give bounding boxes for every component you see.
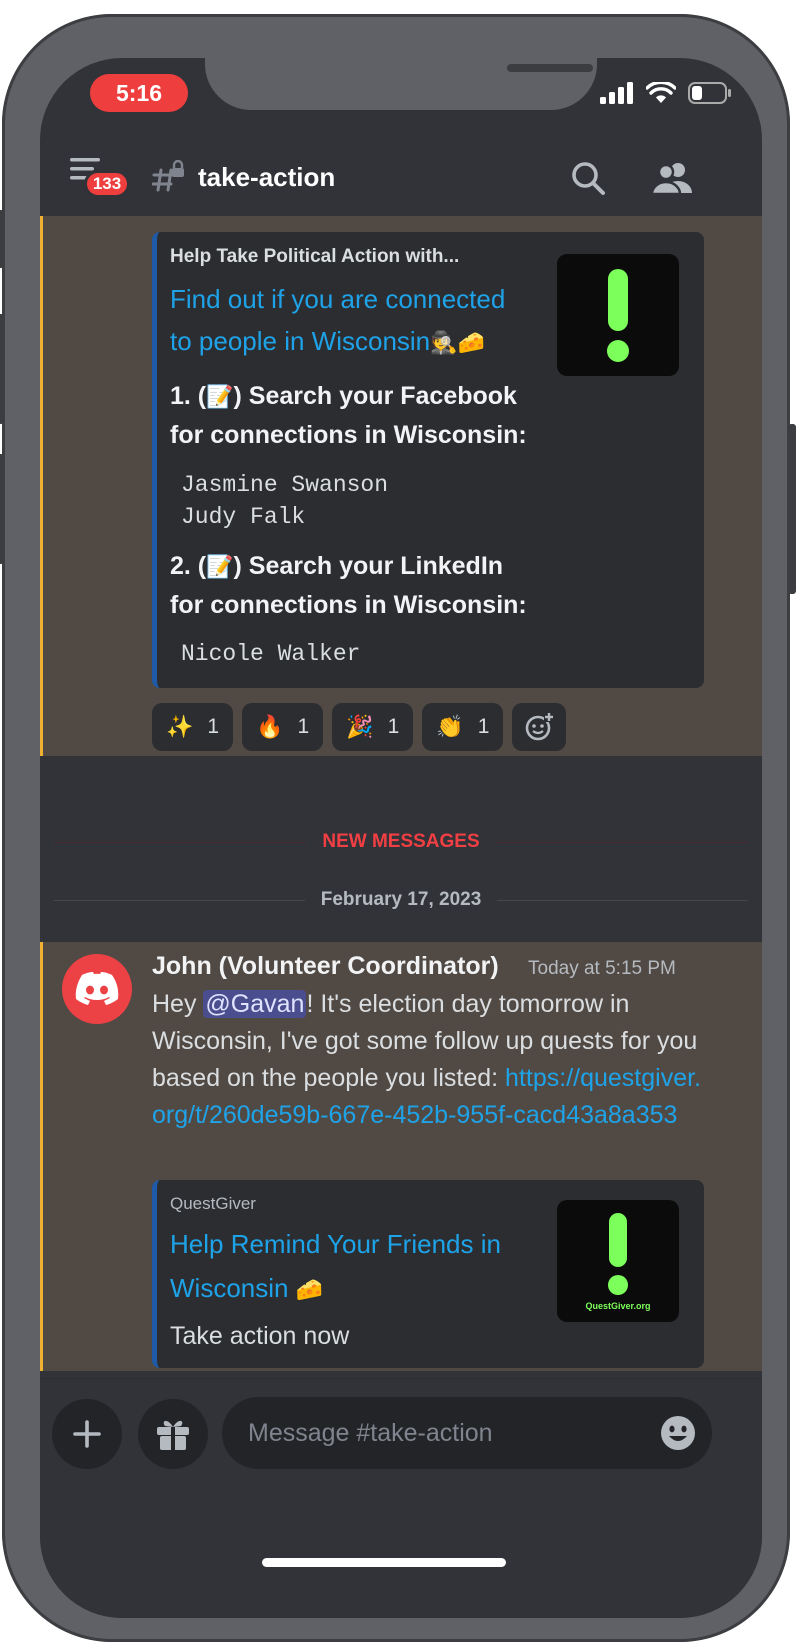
message-placeholder: Message #take-action <box>248 1419 493 1447</box>
gift-icon <box>157 1420 189 1450</box>
emoji-picker-button[interactable] <box>660 1415 696 1455</box>
date-divider: February 17, 2023 <box>40 889 762 911</box>
new-messages-divider: NEW MESSAGES <box>40 831 762 853</box>
reactions-bar: ✨ 1 🔥 1 🎉 1 👏 1 <box>152 703 567 751</box>
embed-title-line1[interactable]: Help Remind Your Friends in <box>170 1229 501 1259</box>
cheese-emoji: 🧀 <box>295 1277 324 1303</box>
message-text-before: Hey <box>152 990 204 1018</box>
memo-emoji: 📝 <box>206 554 234 580</box>
step2-line1: ) Search your LinkedIn <box>233 552 504 580</box>
reaction-sparkles[interactable]: ✨ 1 <box>152 703 234 751</box>
embed-thumbnail[interactable]: QuestGiver.org <box>557 1200 679 1322</box>
linkedin-name: Nicole Walker <box>181 641 361 667</box>
step1-heading: 1. (📝) Search your Facebook for connecti… <box>170 377 527 454</box>
detective-cheese-emoji: 🕵️🧀 <box>430 330 485 356</box>
avatar[interactable] <box>62 954 132 1024</box>
thumbnail-caption: QuestGiver.org <box>585 1301 651 1311</box>
members-icon <box>652 163 692 195</box>
gift-button[interactable] <box>138 1399 208 1469</box>
exclamation-icon <box>607 269 629 362</box>
user-mention[interactable]: @Gavan <box>203 990 307 1018</box>
new-messages-label: NEW MESSAGES <box>306 831 496 852</box>
reaction-count: 1 <box>297 715 310 738</box>
party-popper-emoji: 🎉 <box>346 714 374 739</box>
step2-prefix: 2. ( <box>170 552 207 580</box>
cellular-signal-icon <box>600 82 633 104</box>
speaker-grille <box>507 64 593 72</box>
add-reaction-icon <box>526 712 555 741</box>
status-time: 5:16 <box>90 74 188 112</box>
message-author[interactable]: John (Volunteer Coordinator) <box>152 952 499 981</box>
linkedin-names: Nicole Walker <box>181 638 360 670</box>
facebook-name: Judy Falk <box>181 504 306 530</box>
embed-title-line2[interactable]: Wisconsin <box>170 1273 288 1303</box>
channel-header: 133 take-action <box>40 152 762 214</box>
embed-thumbnail[interactable] <box>557 254 679 376</box>
volume-up-button <box>0 314 4 424</box>
step1-prefix: 1. ( <box>170 382 207 410</box>
step1-line1: ) Search your Facebook <box>233 382 517 410</box>
reaction-party[interactable]: 🎉 1 <box>332 703 414 751</box>
mute-switch <box>0 210 4 268</box>
menu-button[interactable]: 133 <box>70 158 130 202</box>
message-composer: Message #take-action <box>40 1378 762 1618</box>
battery-icon <box>688 82 731 104</box>
reaction-count: 1 <box>387 715 400 738</box>
notch <box>205 58 597 110</box>
step2-heading: 2. (📝) Search your LinkedIn for connecti… <box>170 547 527 624</box>
message-list[interactable]: Help Take Political Action with... Find … <box>40 216 762 1371</box>
message-timestamp: Today at 5:15 PM <box>528 958 676 979</box>
power-button <box>788 424 796 594</box>
locked-channel-icon <box>152 160 184 192</box>
home-indicator[interactable] <box>262 1558 506 1567</box>
search-icon <box>572 162 605 195</box>
member-list-button[interactable] <box>650 156 694 200</box>
embed-card-remind: QuestGiver Help Remind Your Friends in W… <box>152 1180 704 1368</box>
volume-down-button <box>0 454 4 564</box>
step2-line2: for connections in Wisconsin: <box>170 591 527 620</box>
wifi-icon <box>646 82 676 103</box>
unread-badge: 133 <box>84 170 130 198</box>
reaction-clap[interactable]: 👏 1 <box>422 703 504 751</box>
attach-button[interactable] <box>52 1399 122 1469</box>
search-button[interactable] <box>566 156 610 200</box>
embed-title-line1[interactable]: Find out if you are connected <box>170 284 505 314</box>
exclamation-icon <box>608 1213 628 1295</box>
date-label: February 17, 2023 <box>304 889 498 910</box>
facebook-name: Jasmine Swanson <box>181 472 389 498</box>
reaction-count: 1 <box>477 715 490 738</box>
embed-description: Take action now <box>170 1322 350 1350</box>
reaction-count: 1 <box>207 715 220 738</box>
status-icons <box>600 82 732 104</box>
emoji-icon <box>661 1416 695 1450</box>
phone-frame: 5:16 133 take-action Help Take Political… <box>0 14 796 1642</box>
embed-title[interactable]: Find out if you are connected to people … <box>170 278 505 364</box>
embed-provider: QuestGiver <box>170 1194 256 1213</box>
embed-title-line2[interactable]: to people in Wisconsin <box>170 326 430 356</box>
clapping-hands-emoji: 👏 <box>436 714 464 739</box>
add-reaction-button[interactable] <box>512 703 567 751</box>
reaction-fire[interactable]: 🔥 1 <box>242 703 324 751</box>
fire-emoji: 🔥 <box>256 714 284 739</box>
sparkles-emoji: ✨ <box>166 714 194 739</box>
discord-logo-icon <box>75 972 119 1005</box>
facebook-names: Jasmine Swanson Judy Falk <box>181 469 388 533</box>
phone-screen: 5:16 133 take-action Help Take Political… <box>40 58 762 1618</box>
message-body: Hey @Gavan! It's election day tomorrow i… <box>152 986 712 1134</box>
embed-card-quest: Help Take Political Action with... Find … <box>152 232 704 688</box>
memo-emoji: 📝 <box>206 384 234 410</box>
channel-name: take-action <box>198 162 336 192</box>
plus-icon <box>73 1420 101 1448</box>
step1-line2: for connections in Wisconsin: <box>170 421 527 450</box>
embed-provider: Help Take Political Action with... <box>170 246 460 267</box>
embed-title[interactable]: Help Remind Your Friends in Wisconsin 🧀 <box>170 1222 501 1312</box>
message-input[interactable]: Message #take-action <box>222 1397 712 1469</box>
